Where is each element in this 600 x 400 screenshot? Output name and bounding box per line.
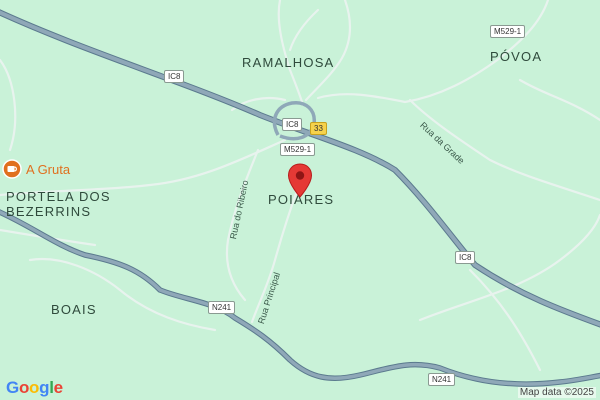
map-attribution[interactable]: Map data ©2025	[517, 387, 596, 398]
map-pin-icon	[287, 163, 313, 198]
google-logo: Google	[6, 378, 63, 398]
google-logo-letter: o	[29, 378, 40, 397]
shield-r33: 33	[310, 122, 327, 135]
location-marker[interactable]	[287, 163, 313, 199]
shield-ic8-top: IC8	[164, 70, 185, 83]
shield-m529-mid: M529-1	[280, 143, 316, 156]
map-canvas[interactable]: RAMALHOSA PÓVOA POIARES PORTELA DOS BEZE…	[0, 0, 600, 400]
shield-ic8-mid: IC8	[282, 118, 303, 131]
road-boais-loop	[28, 258, 217, 332]
google-logo-letter: g	[39, 378, 50, 397]
road-ramalhosa-loop	[277, 0, 305, 107]
place-label-povoa[interactable]: PÓVOA	[490, 49, 542, 64]
road-east-upper	[518, 78, 600, 122]
shield-n241-left: N241	[208, 301, 236, 314]
poi-label-a-gruta[interactable]: A Gruta	[26, 162, 70, 177]
shield-m529-top: M529-1	[490, 25, 526, 38]
road-rua-principal	[250, 186, 300, 324]
google-logo-letter: o	[18, 378, 30, 397]
place-label-portela-line2[interactable]: BEZERRINS	[6, 204, 91, 219]
cafe-icon	[2, 159, 22, 179]
road-west-upper	[0, 58, 17, 152]
highway-n241	[0, 209, 600, 387]
place-label-boais[interactable]: BOAIS	[51, 302, 97, 317]
place-label-ramalhosa[interactable]: RAMALHOSA	[242, 55, 334, 70]
google-logo-letter: e	[53, 378, 63, 397]
google-logo-letter: G	[6, 378, 19, 397]
shield-ic8-right: IC8	[455, 251, 476, 264]
place-label-portela-line1[interactable]: PORTELA DOS	[6, 189, 111, 204]
shield-n241-bottom: N241	[428, 373, 456, 386]
road-rua-da-grade	[408, 98, 600, 202]
poi-a-gruta[interactable]	[2, 159, 22, 179]
road-north-west	[288, 8, 320, 52]
